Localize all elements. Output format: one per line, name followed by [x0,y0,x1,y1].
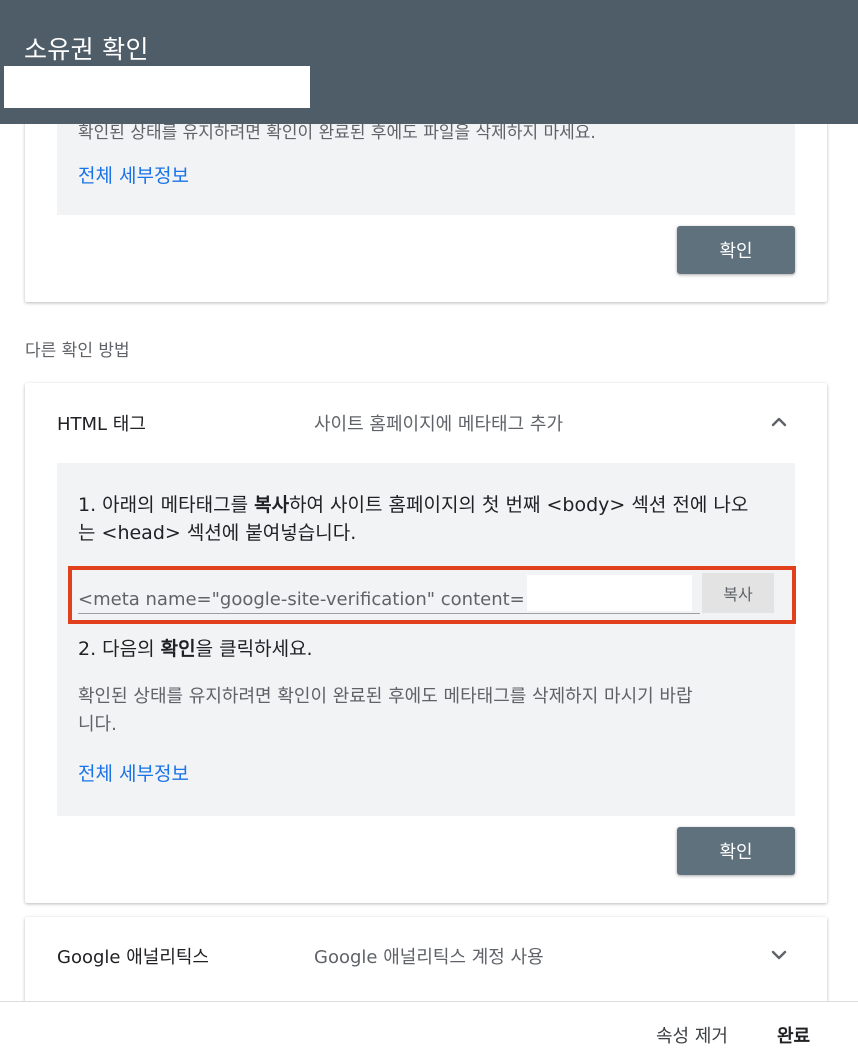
chevron-down-icon[interactable] [767,943,791,967]
dialog-title: 소유권 확인 [24,35,149,64]
html-tag-description: 사이트 홈페이지에 메타태그 추가 [314,414,564,435]
step1-text-end: 하여 사이트 홈페이지의 첫 번째 <body> 섹션 전에 나오 [289,494,749,516]
html-tag-instructions: 1. 아래의 메타태그를 복사하여 사이트 홈페이지의 첫 번째 <body> … [57,463,796,816]
done-button[interactable]: 완료 [777,1022,810,1048]
chevron-up-icon[interactable] [767,410,791,434]
step2-text: 2. 다음의 확인을 클릭하세요. [78,635,778,663]
step1-bold-copy: 복사 [254,494,290,516]
html-tag-verify-button[interactable]: 확인 [677,827,795,875]
keep-tag-note: 확인된 상태를 유지하려면 확인이 완료된 후에도 메타태그를 삭제하지 마시기… [78,683,778,739]
dialog-header: 소유권 확인 [0,0,858,124]
previous-method-details-link[interactable]: 전체 세부정보 [78,161,189,188]
step1-text-line2: 는 <head> 섹션에 붙여넣습니다. [78,522,357,544]
previous-method-verify-button[interactable]: 확인 [677,226,795,274]
remove-property-button[interactable]: 속성 제거 [656,1022,728,1048]
meta-tag-highlight: 복사 [68,566,796,624]
dialog-footer: 속성 제거 완료 [0,1001,858,1062]
step1-text: 1. 아래의 메타태그를 복사하여 사이트 홈페이지의 첫 번째 <body> … [78,491,778,547]
copy-button[interactable]: 복사 [702,573,774,613]
html-tag-details-link[interactable]: 전체 세부정보 [78,759,189,786]
html-tag-method-card: HTML 태그 사이트 홈페이지에 메타태그 추가 1. 아래의 메타태그를 복… [25,383,827,903]
redacted-property-url [4,66,310,108]
google-analytics-title[interactable]: Google 애널리틱스 [57,943,209,969]
step1-text-start: 1. 아래의 메타태그를 [78,494,255,516]
step2-bold-verify: 확인 [160,638,196,660]
keep-tag-note-line2: 니다. [78,714,117,735]
other-methods-label: 다른 확인 방법 [25,341,130,361]
redacted-verification-code [527,575,692,611]
html-tag-title[interactable]: HTML 태그 [57,410,146,436]
step2-text-end: 을 클릭하세요. [195,638,313,660]
step2-text-start: 2. 다음의 [78,638,161,660]
google-analytics-description: Google 애널리틱스 계정 사용 [314,947,544,968]
keep-tag-note-line1: 확인된 상태를 유지하려면 확인이 완료된 후에도 메타태그를 삭제하지 마시기… [78,686,693,707]
ownership-verification-dialog: 확인된 상태를 유지하려면 확인이 완료된 후에도 파일을 삭제하지 마세요. … [0,0,858,1062]
